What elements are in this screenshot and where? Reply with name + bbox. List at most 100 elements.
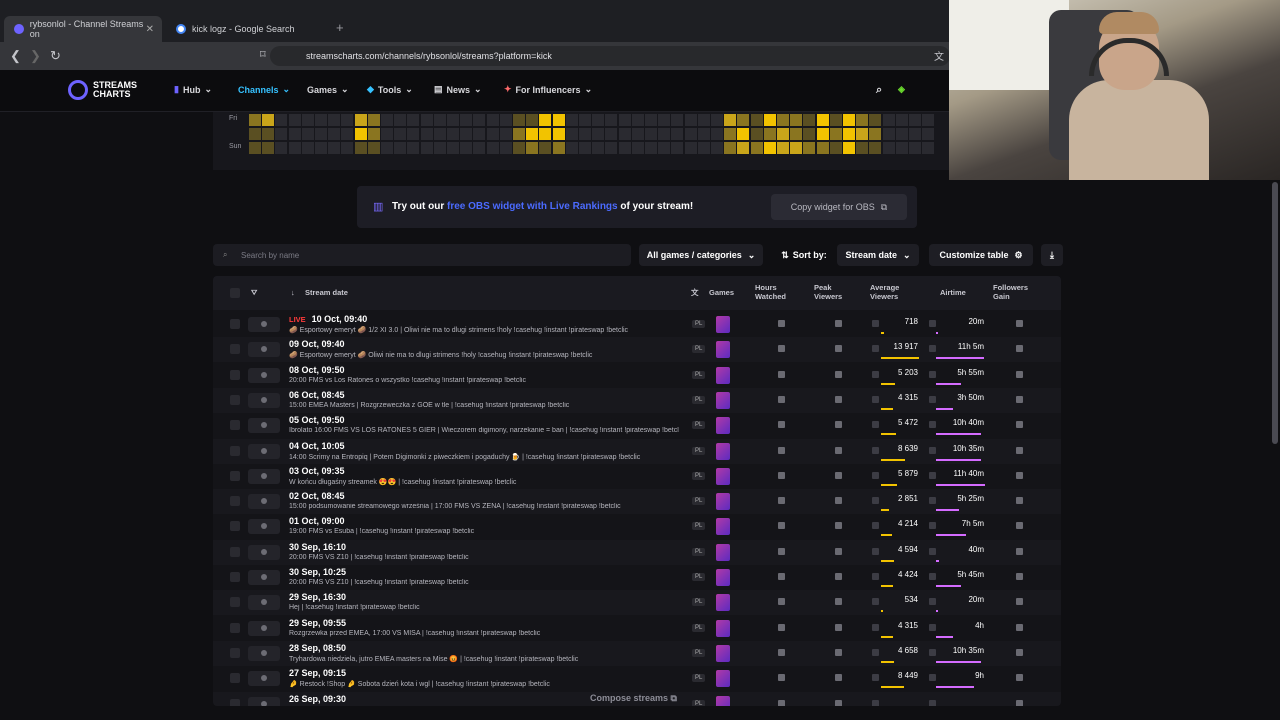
gift-icon[interactable]: ◈ [898, 84, 905, 95]
play-vod-button[interactable] [248, 367, 280, 383]
sort-dropdown[interactable]: Stream date ⌄ [837, 244, 919, 266]
stream-date[interactable]: 27 Sep, 09:15 [289, 668, 346, 678]
table-row[interactable]: 03 Oct, 09:35 W końcu długaśny streamek 😍… [213, 464, 1061, 489]
stream-date[interactable]: 26 Sep, 09:30 [289, 694, 346, 704]
game-cover[interactable] [716, 594, 730, 612]
row-checkbox[interactable] [230, 369, 240, 380]
game-cover[interactable] [716, 493, 730, 511]
play-vod-button[interactable] [248, 620, 280, 636]
download-button[interactable]: ⤓ [1041, 244, 1063, 266]
nav-tools[interactable]: ◆ Tools ⌄ [367, 84, 413, 95]
lock-icon[interactable] [778, 345, 785, 353]
row-checkbox[interactable] [230, 445, 240, 456]
table-row[interactable]: 01 Oct, 09:00 19:00 FMS vs Esuba | !caseh… [213, 514, 1061, 539]
play-vod-button[interactable] [248, 468, 280, 484]
lock-icon[interactable] [835, 370, 842, 378]
close-tab-icon[interactable]: ✕ [146, 24, 154, 35]
filter-icon[interactable]: ⛛ [251, 288, 257, 297]
search-input[interactable]: ⌕ Search by name [213, 244, 631, 266]
bookmark-icon[interactable]: ⌑ [260, 48, 266, 61]
header-peak-viewers[interactable]: Peak [814, 283, 832, 292]
header-followers-gain[interactable]: Followers [993, 283, 1028, 292]
copy-widget-button[interactable]: Copy widget for OBS ⧉ [771, 194, 907, 220]
stream-date[interactable]: 29 Sep, 16:30 [289, 592, 346, 602]
url-field[interactable]: streamscharts.com/channels/rybsonlol/str… [270, 46, 950, 66]
nav-news[interactable]: ▤ News ⌄ [434, 84, 482, 95]
stream-date[interactable]: 02 Oct, 08:45 [289, 491, 345, 501]
row-checkbox[interactable] [230, 698, 240, 706]
stream-date[interactable]: 04 Oct, 10:05 [289, 441, 345, 451]
play-vod-button[interactable] [248, 317, 280, 332]
game-cover[interactable] [716, 619, 730, 637]
lock-icon[interactable] [778, 370, 785, 378]
lock-icon[interactable] [778, 674, 785, 682]
row-checkbox[interactable] [230, 521, 240, 532]
row-checkbox[interactable] [230, 546, 240, 557]
lock-icon[interactable] [835, 345, 842, 353]
table-row[interactable]: 02 Oct, 08:45 15:00 podsumowanie streamow… [213, 489, 1061, 515]
play-vod-button[interactable] [248, 645, 280, 661]
row-checkbox[interactable] [230, 673, 240, 684]
lock-icon[interactable] [1016, 421, 1023, 429]
stream-date[interactable]: 06 Oct, 08:45 [289, 390, 345, 400]
game-cover[interactable] [716, 543, 730, 561]
lock-icon[interactable] [1016, 648, 1023, 656]
game-cover[interactable] [716, 569, 730, 586]
lock-icon[interactable] [835, 522, 842, 530]
game-cover[interactable] [716, 366, 730, 384]
lock-icon[interactable] [835, 497, 842, 505]
game-cover[interactable] [716, 316, 730, 333]
play-vod-button[interactable] [248, 392, 280, 408]
table-row[interactable]: 30 Sep, 16:10 20:00 FMS VS Z10 | !casehug… [213, 539, 1061, 565]
page-scrollbar[interactable] [1272, 182, 1278, 444]
play-vod-button[interactable] [248, 671, 280, 687]
row-checkbox[interactable] [230, 622, 240, 633]
lock-icon[interactable] [1016, 674, 1023, 682]
compose-streams-button[interactable]: Compose streams ⧉ [590, 693, 677, 704]
stream-date[interactable]: 01 Oct, 09:00 [289, 516, 345, 526]
lock-icon[interactable] [778, 547, 785, 555]
new-tab-icon[interactable]: + [336, 20, 344, 35]
table-row[interactable]: 06 Oct, 08:45 15:00 EMEA Masters | Rozgrz… [213, 387, 1061, 413]
row-checkbox[interactable] [230, 647, 240, 658]
lock-icon[interactable] [835, 395, 842, 403]
nav-channels[interactable]: Channels ⌄ [238, 84, 290, 95]
tab-streamscharts[interactable]: rybsonlol - Channel Streams on ✕ [4, 16, 162, 42]
lock-icon[interactable] [835, 648, 842, 656]
stream-date[interactable]: LIVE 10 Oct, 09:40 [289, 314, 367, 324]
table-row[interactable]: 28 Sep, 08:50 Tryhardowa niedziela, jutro… [213, 640, 1061, 666]
lock-icon[interactable] [1016, 497, 1023, 505]
table-row[interactable]: 04 Oct, 10:05 14:00 Scrimy na Entropiq | … [213, 438, 1061, 464]
lock-icon[interactable] [1016, 522, 1023, 530]
header-games[interactable]: Games [709, 288, 734, 297]
lock-icon[interactable] [778, 648, 785, 656]
lock-icon[interactable] [1016, 370, 1023, 378]
lock-icon[interactable] [778, 395, 785, 403]
row-checkbox[interactable] [230, 572, 240, 582]
lock-icon[interactable] [835, 446, 842, 454]
lock-icon[interactable] [835, 674, 842, 682]
lock-icon[interactable] [778, 446, 785, 454]
game-cover[interactable] [716, 467, 730, 485]
header-hours-watched[interactable]: Hours [755, 283, 777, 292]
tab-google-search[interactable]: kick logz - Google Search [166, 16, 334, 42]
game-cover[interactable] [716, 442, 730, 460]
game-cover[interactable] [716, 695, 730, 706]
lock-icon[interactable] [835, 421, 842, 429]
lock-icon[interactable] [778, 320, 785, 327]
reload-icon[interactable]: ↻ [50, 48, 61, 64]
lock-icon[interactable] [778, 699, 785, 706]
lock-icon[interactable] [778, 421, 785, 429]
table-row[interactable]: 08 Oct, 09:50 20:00 FMS vs Los Ratones o … [213, 363, 1061, 388]
lock-icon[interactable] [835, 573, 842, 580]
table-row[interactable]: LIVE 10 Oct, 09:40 🥔 Esportowy emeryt 🥔 1/… [213, 312, 1061, 337]
play-vod-button[interactable] [248, 494, 280, 510]
translate-icon[interactable]: 文 [691, 288, 699, 297]
table-row[interactable]: 27 Sep, 09:15 🤌 Restock !Shop 🤌 Sobota dz… [213, 666, 1061, 691]
stream-date[interactable]: 03 Oct, 09:35 [289, 466, 345, 476]
lock-icon[interactable] [835, 699, 842, 706]
stream-date[interactable]: 09 Oct, 09:40 [289, 339, 345, 349]
lock-icon[interactable] [835, 547, 842, 555]
lock-icon[interactable] [778, 623, 785, 631]
nav-games[interactable]: Games ⌄ [307, 84, 349, 95]
